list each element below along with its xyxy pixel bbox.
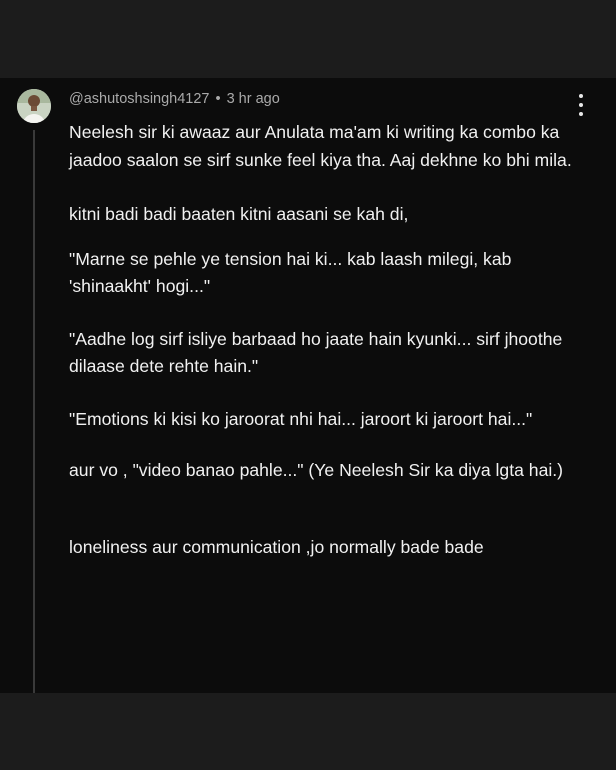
comment-card: @ashutoshsingh4127 • 3 hr ago Neelesh sir … (0, 78, 616, 693)
kebab-dot (579, 112, 583, 116)
comment-paragraph: kitni badi badi baaten kitni aasani se k… (69, 204, 409, 224)
bottom-backdrop (0, 693, 616, 770)
comment-paragraph: "Aadhe log sirf isliye barbaad ho jaate … (69, 328, 563, 377)
meta-separator: • (215, 91, 221, 107)
author-handle[interactable]: @ashutoshsingh4127 (69, 91, 210, 107)
kebab-dot (579, 103, 583, 107)
comment-text: Neelesh sir ki awaaz aur Anulata ma'am k… (69, 119, 589, 561)
comment-paragraph: Neelesh sir ki awaaz aur Anulata ma'am k… (69, 122, 572, 170)
comment-paragraph: "Marne se pehle ye tension hai ki... kab… (69, 248, 512, 297)
top-backdrop (0, 0, 616, 78)
comment-paragraph: loneliness aur communication ,jo normall… (69, 536, 484, 557)
more-vertical-icon[interactable] (572, 94, 590, 116)
kebab-dot (579, 94, 583, 98)
comment-paragraph: "Emotions ki kisi ko jaroorat nhi hai...… (69, 408, 533, 429)
comment-paragraph: aur vo , "video banao pahle..." (Ye Neel… (69, 460, 564, 480)
avatar-photo (17, 89, 51, 123)
thread-line (33, 130, 35, 693)
avatar[interactable] (17, 89, 51, 123)
comment-timestamp[interactable]: 3 hr ago (227, 91, 280, 107)
comment-meta: @ashutoshsingh4127 • 3 hr ago (69, 91, 280, 107)
